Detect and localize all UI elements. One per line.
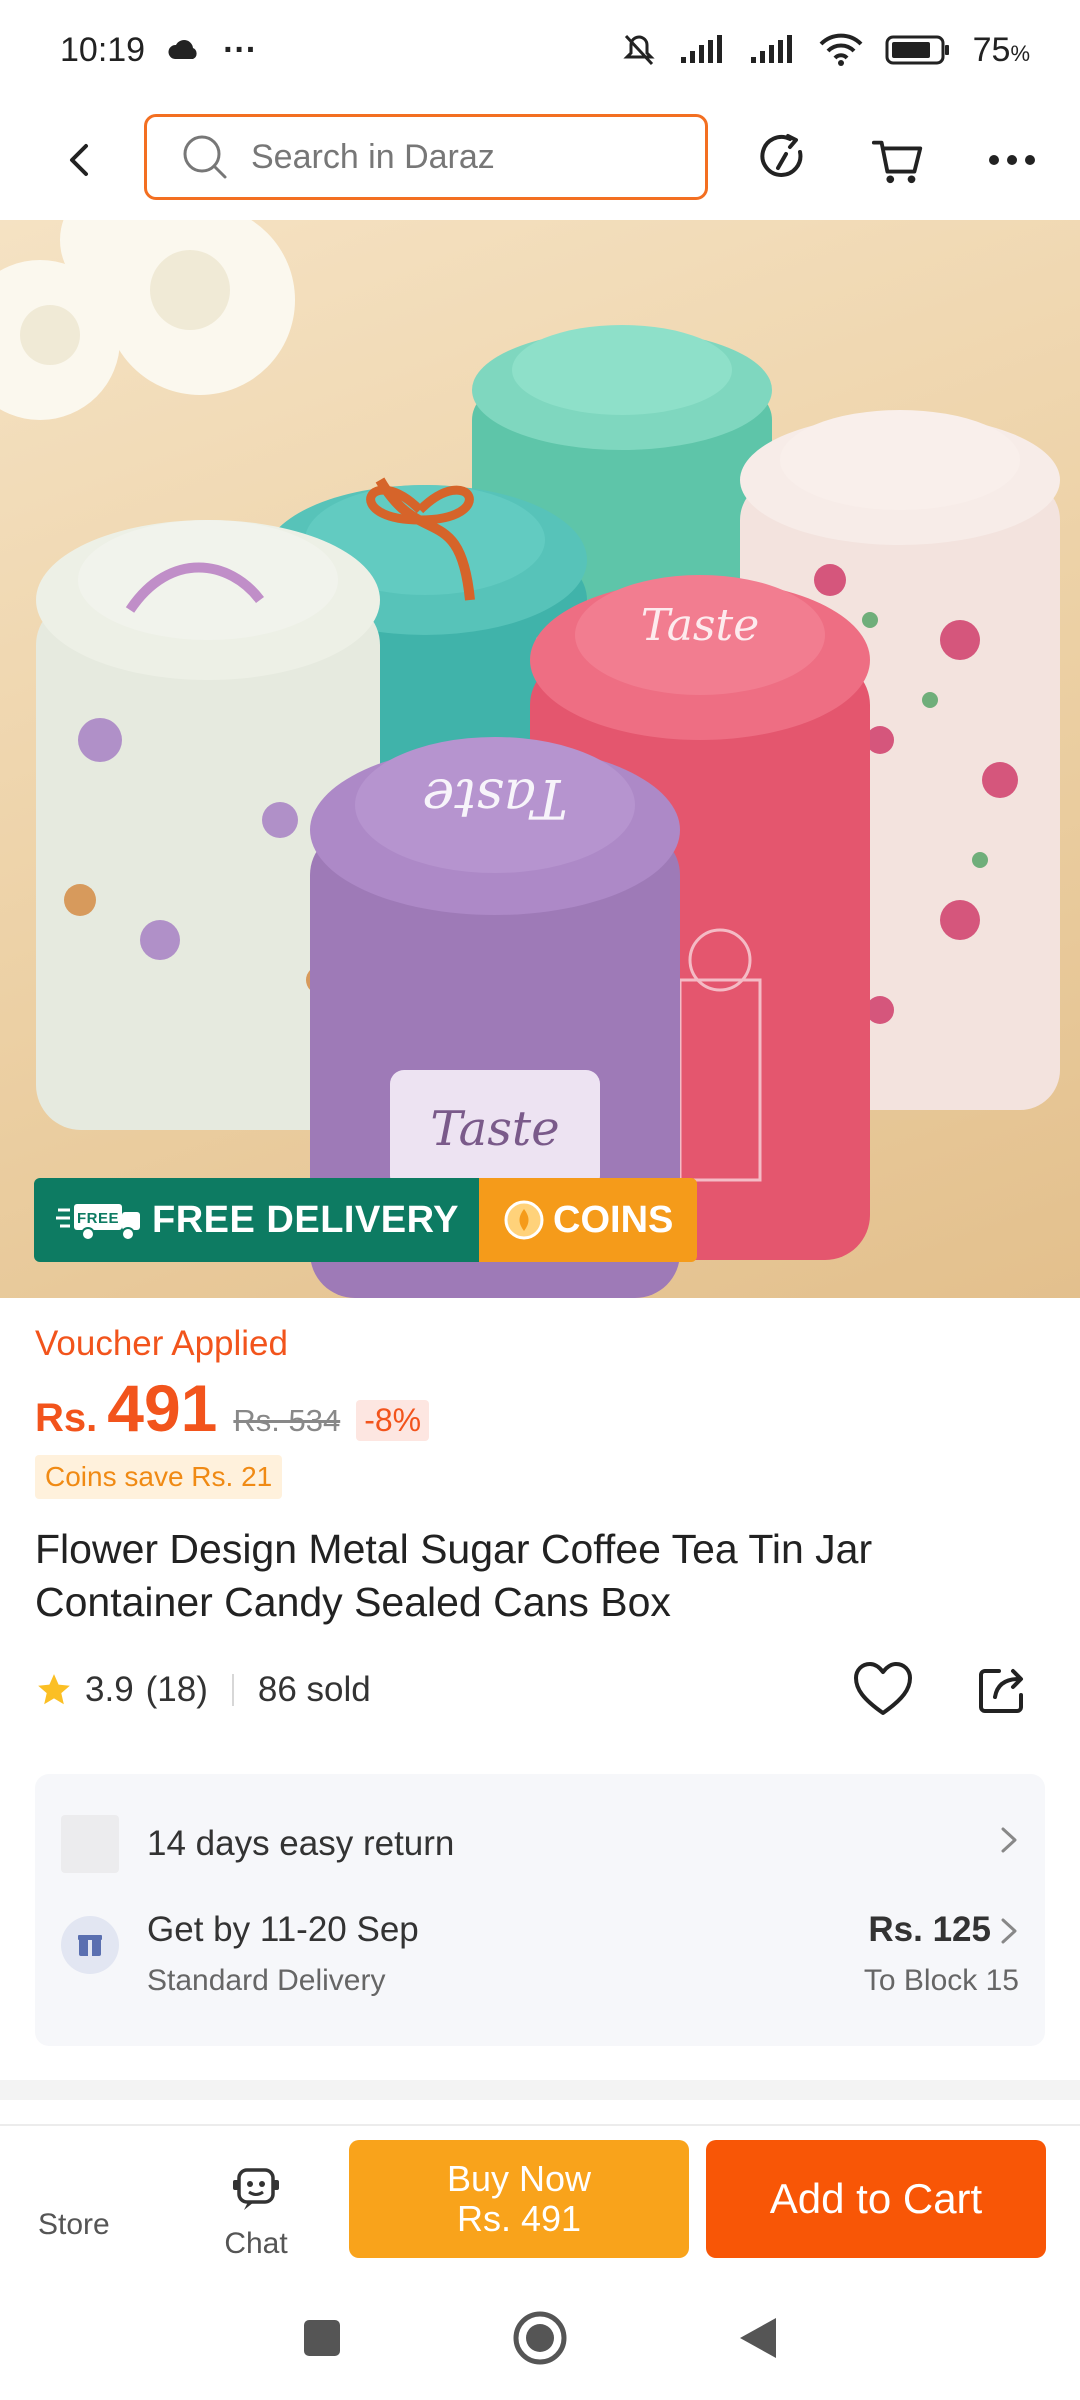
battery-level: 75% [972, 30, 1030, 69]
product-image[interactable]: Taste Taste Taste FREE FREE DELIVERY COI… [0, 220, 1080, 1298]
promo-badges: FREE FREE DELIVERY COINS [34, 1178, 698, 1262]
delivery-location: To Block 15 [863, 1964, 1019, 1997]
rating-row[interactable]: 3.9 (18) 86 sold [35, 1660, 371, 1720]
free-delivery-label: FREE DELIVERY [152, 1198, 460, 1241]
cloud-icon [167, 39, 201, 61]
recents-button[interactable] [302, 2318, 342, 2363]
chat-icon [233, 2168, 279, 2210]
wifi-icon [819, 33, 863, 67]
free-delivery-badge: FREE FREE DELIVERY [34, 1178, 480, 1262]
chat-label: Chat [224, 2227, 288, 2260]
svg-text:Taste: Taste [641, 600, 759, 651]
coins-save-tag: Coins save Rs. 21 [35, 1455, 283, 1499]
status-more: ··· [223, 30, 258, 69]
back-arrow-icon [70, 144, 88, 176]
buy-now-price: Rs. 491 [456, 2198, 582, 2239]
chat-button[interactable]: Chat [216, 2166, 296, 2261]
sold-count: 86 sold [257, 1670, 371, 1709]
signal-icon-2 [749, 35, 797, 65]
star-icon [38, 1674, 70, 1705]
search-placeholder: Search in Daraz [251, 137, 495, 176]
free-tag-text: FREE [77, 1210, 119, 1227]
discount-badge: -8% [356, 1400, 430, 1441]
battery-icon [885, 34, 951, 66]
share-icon [979, 1669, 1023, 1713]
nav-back-button[interactable] [738, 2316, 778, 2365]
delivery-row[interactable]: Get by 11-20 Sep Standard Delivery Rs. 1… [61, 1910, 1019, 2020]
signal-icon [679, 35, 727, 65]
cart-button[interactable] [870, 132, 926, 188]
search-input[interactable]: Search in Daraz [144, 114, 708, 200]
delivery-box-icon [61, 1916, 119, 1974]
back-button[interactable] [50, 130, 110, 190]
square-icon [304, 2319, 340, 2356]
chevron-right-icon [999, 1916, 1019, 1955]
rating-value: 3.9 [85, 1670, 134, 1709]
return-icon [61, 1815, 119, 1873]
coins-badge: COINS [479, 1178, 698, 1262]
service-card: 14 days easy return Get by 11-20 Sep Sta… [35, 1774, 1045, 2046]
chevron-right-icon [999, 1825, 1019, 1864]
android-navigation-bar [0, 2280, 1080, 2400]
delivery-type: Standard Delivery [147, 1964, 386, 1997]
tin-jars-illustration: Taste Taste Taste [0, 220, 1060, 1298]
cart-icon [871, 140, 923, 184]
current-price: 491 [107, 1371, 218, 1445]
store-button[interactable]: Store [38, 2208, 110, 2242]
product-title: Flower Design Metal Sugar Coffee Tea Tin… [35, 1526, 873, 1625]
voucher-applied: Voucher Applied [35, 1324, 288, 1363]
top-nav: Search in Daraz [0, 100, 1080, 220]
price-currency: Rs. [35, 1396, 98, 1440]
review-count: (18) [145, 1670, 208, 1709]
delivery-price: Rs. 125 [868, 1910, 991, 1949]
share-refresh-button[interactable] [756, 132, 812, 188]
home-circle-icon [513, 2311, 567, 2364]
more-button[interactable] [984, 132, 1040, 188]
return-policy-text: 14 days easy return [147, 1824, 455, 1863]
buy-now-button[interactable]: Buy Now Rs. 491 [349, 2140, 689, 2258]
share-button[interactable] [971, 1657, 1035, 1721]
svg-text:Taste: Taste [430, 1101, 559, 1157]
buy-now-label: Buy Now [446, 2158, 592, 2199]
more-dots-icon [989, 155, 1035, 165]
delivery-date: Get by 11-20 Sep [147, 1910, 419, 1949]
mute-icon [621, 32, 657, 68]
wishlist-button[interactable] [851, 1657, 915, 1721]
svg-text:Taste: Taste [422, 767, 567, 830]
return-policy-row[interactable]: 14 days easy return [61, 1814, 1019, 1874]
status-bar: 10:19 ··· 75% [0, 0, 1080, 100]
coins-label: COINS [553, 1198, 674, 1241]
price-row: Rs. 491 Rs. 534 -8% [35, 1370, 430, 1446]
delivery-truck-icon: FREE [56, 1204, 140, 1241]
battery-percent: 75 [972, 30, 1011, 69]
refresh-icon [760, 134, 803, 177]
home-button[interactable] [512, 2310, 568, 2371]
bottom-action-bar: Store Chat Buy Now Rs. 491 Add to Cart [0, 2124, 1080, 2280]
divider [231, 1674, 234, 1706]
coin-icon [504, 1200, 544, 1240]
add-to-cart-button[interactable]: Add to Cart [706, 2140, 1046, 2258]
status-time: 10:19 [60, 30, 146, 69]
search-icon [183, 135, 227, 179]
triangle-back-icon [740, 2317, 776, 2358]
heart-icon [854, 1662, 912, 1715]
section-separator [0, 2080, 1080, 2100]
original-price: Rs. 534 [233, 1403, 341, 1438]
